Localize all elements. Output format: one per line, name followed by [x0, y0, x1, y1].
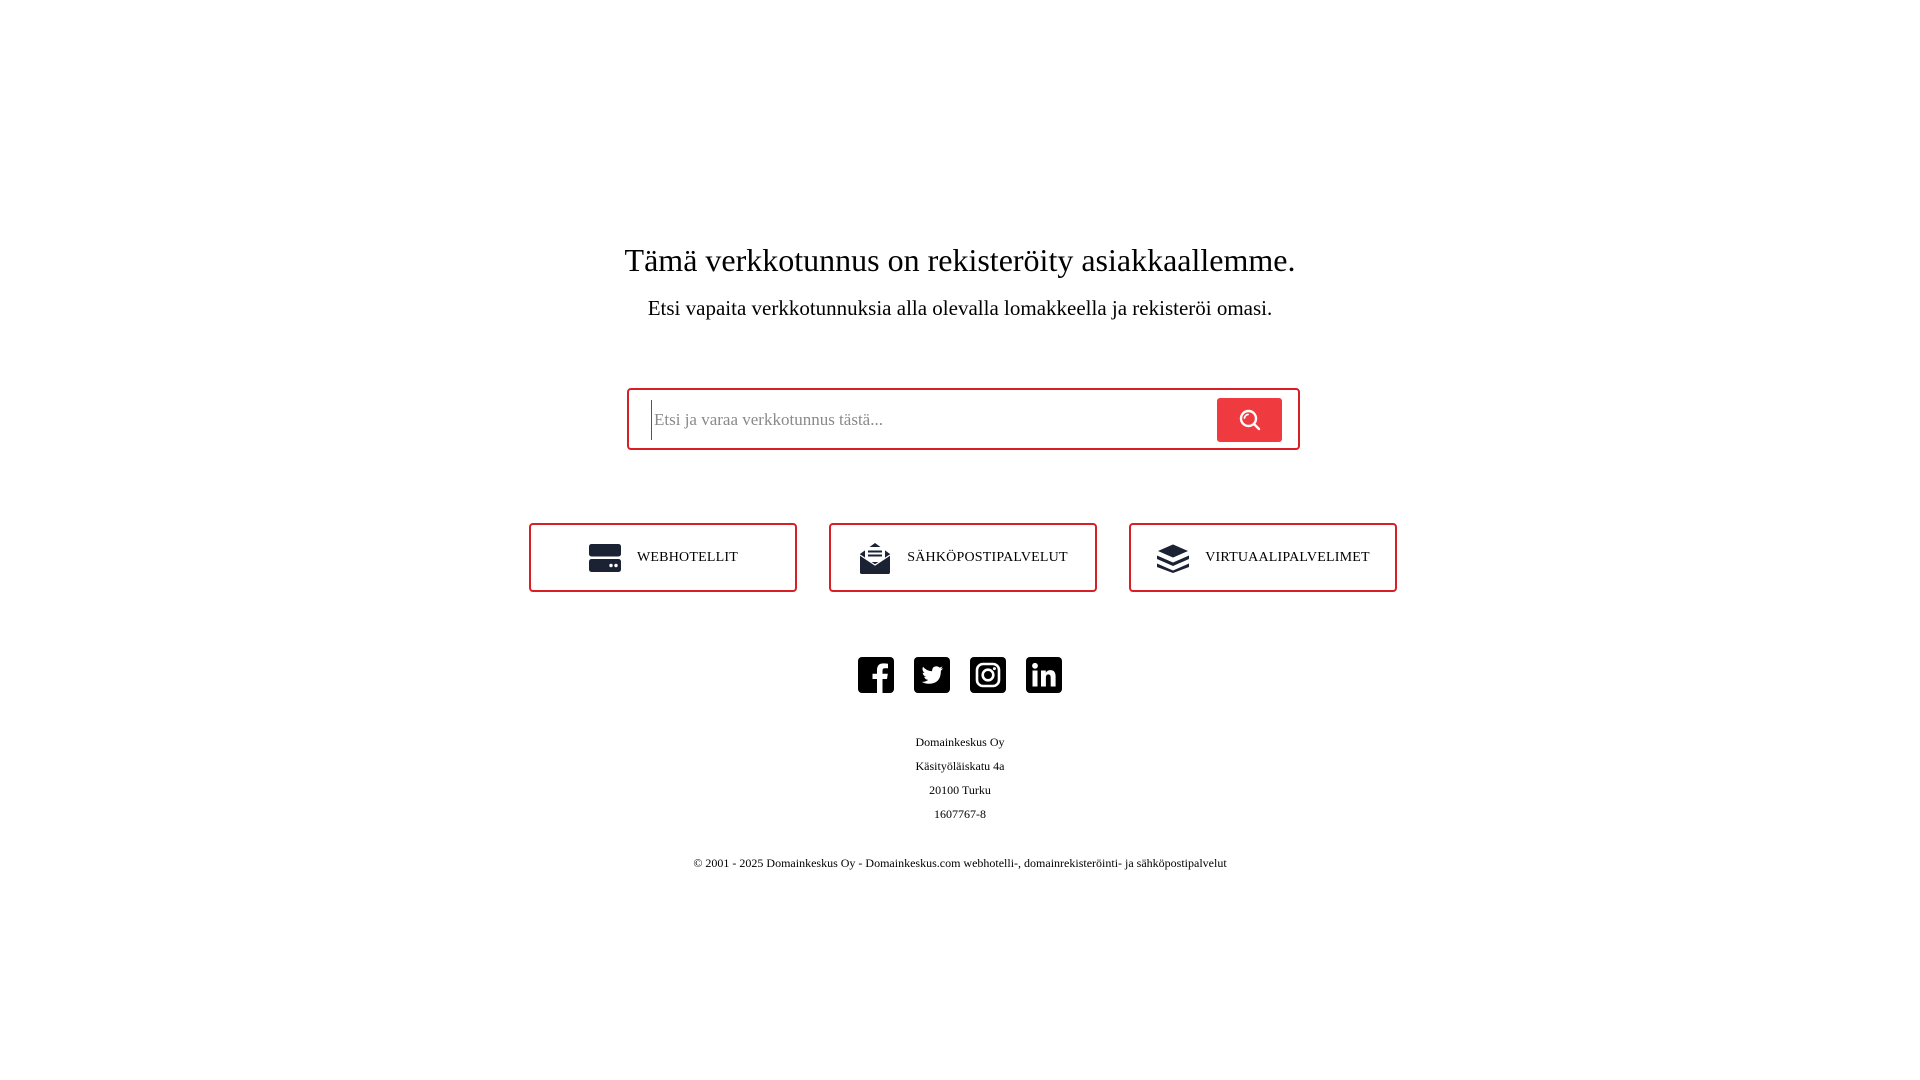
- service-label: SÄHKÖPOSTIPALVELUT: [907, 549, 1068, 565]
- domain-search-input[interactable]: [651, 400, 1214, 440]
- linkedin-icon: [1026, 657, 1062, 697]
- company-business-id: 1607767-8: [934, 807, 986, 821]
- facebook-icon: [858, 657, 894, 697]
- company-address: Domainkeskus Oy Käsityöläiskatu 4a 20100…: [0, 730, 1920, 826]
- footer-copyright: © 2001 - 2025 Domainkeskus Oy - Domainke…: [693, 856, 1227, 870]
- facebook-link[interactable]: [858, 657, 894, 693]
- domain-search-form: [627, 388, 1300, 450]
- service-virtuaalipalvelimet-button[interactable]: VIRTUAALIPALVELIMET: [1129, 523, 1397, 592]
- page-subtitle: Etsi vapaita verkkotunnuksia alla oleval…: [647, 296, 1273, 320]
- layers-icon: [1156, 541, 1191, 575]
- server-icon: [588, 541, 622, 575]
- twitter-icon: [914, 657, 950, 697]
- service-sahkopostipalvelut-button[interactable]: SÄHKÖPOSTIPALVELUT: [829, 523, 1097, 592]
- social-links: [0, 657, 1920, 693]
- search-icon: [1238, 408, 1262, 432]
- page: Tämä verkkotunnus on rekisteröity asiakk…: [0, 0, 1920, 1080]
- service-label: WEBHOTELLIT: [637, 549, 738, 565]
- company-name: Domainkeskus Oy: [915, 735, 1005, 749]
- company-street: Käsityöläiskatu 4a: [915, 759, 1005, 773]
- search-button[interactable]: [1217, 398, 1282, 442]
- services-row: WEBHOTELLIT SÄHKÖPOSTIPALVELUT VIRTUAALI…: [529, 523, 1397, 592]
- twitter-link[interactable]: [914, 657, 950, 693]
- page-title: Tämä verkkotunnus on rekisteröity asiakk…: [624, 242, 1296, 278]
- instagram-link[interactable]: [970, 657, 1006, 693]
- envelope-open-icon: [858, 541, 892, 575]
- service-label: VIRTUAALIPALVELIMET: [1205, 549, 1370, 565]
- company-city: 20100 Turku: [929, 783, 991, 797]
- linkedin-link[interactable]: [1026, 657, 1062, 693]
- instagram-icon: [970, 657, 1006, 697]
- service-webhotellit-button[interactable]: WEBHOTELLIT: [529, 523, 797, 592]
